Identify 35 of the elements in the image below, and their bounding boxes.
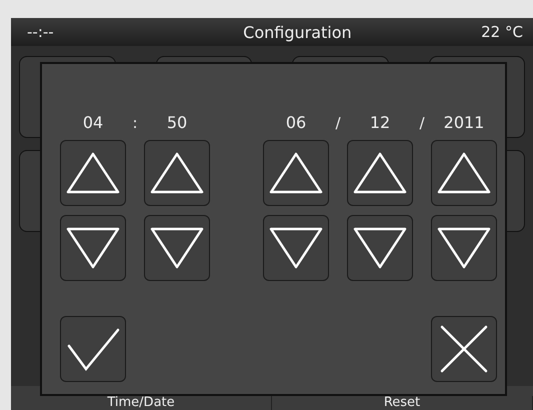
triangle-down-icon (436, 226, 492, 270)
value-text: 12 (368, 112, 392, 134)
clock-text: --:-- (27, 23, 54, 41)
increment-button[interactable] (263, 140, 329, 206)
value-text: 04 (82, 112, 104, 134)
triangle-up-icon (65, 151, 121, 195)
decrement-button[interactable] (347, 215, 413, 281)
confirm-button[interactable] (60, 316, 126, 382)
triangle-up-icon (268, 151, 324, 195)
increment-button[interactable] (431, 140, 497, 206)
decrement-button[interactable] (263, 215, 329, 281)
triangle-down-icon (149, 226, 205, 270)
triangle-down-icon (268, 226, 324, 270)
decrement-button[interactable] (60, 215, 126, 281)
triangle-up-icon (149, 151, 205, 195)
decrement-button[interactable] (431, 215, 497, 281)
checkmark-icon (66, 326, 120, 372)
decrement-button[interactable] (144, 215, 210, 281)
temperature-text: 22 °C (481, 23, 523, 41)
triangle-down-icon (65, 226, 121, 270)
triangle-up-icon (352, 151, 408, 195)
increment-button[interactable] (347, 140, 413, 206)
separator-text: / (334, 113, 342, 134)
screen-title: Configuration (243, 22, 352, 42)
separator-text: : (131, 113, 139, 134)
triangle-up-icon (436, 151, 492, 195)
increment-button[interactable] (60, 140, 126, 206)
increment-button[interactable] (144, 140, 210, 206)
cancel-button[interactable] (431, 316, 497, 382)
close-icon (439, 324, 489, 374)
value-text: 06 (284, 112, 308, 134)
triangle-down-icon (352, 226, 408, 270)
value-text: 2011 (442, 112, 486, 134)
value-text: 50 (166, 112, 188, 134)
separator-text: / (418, 113, 426, 134)
